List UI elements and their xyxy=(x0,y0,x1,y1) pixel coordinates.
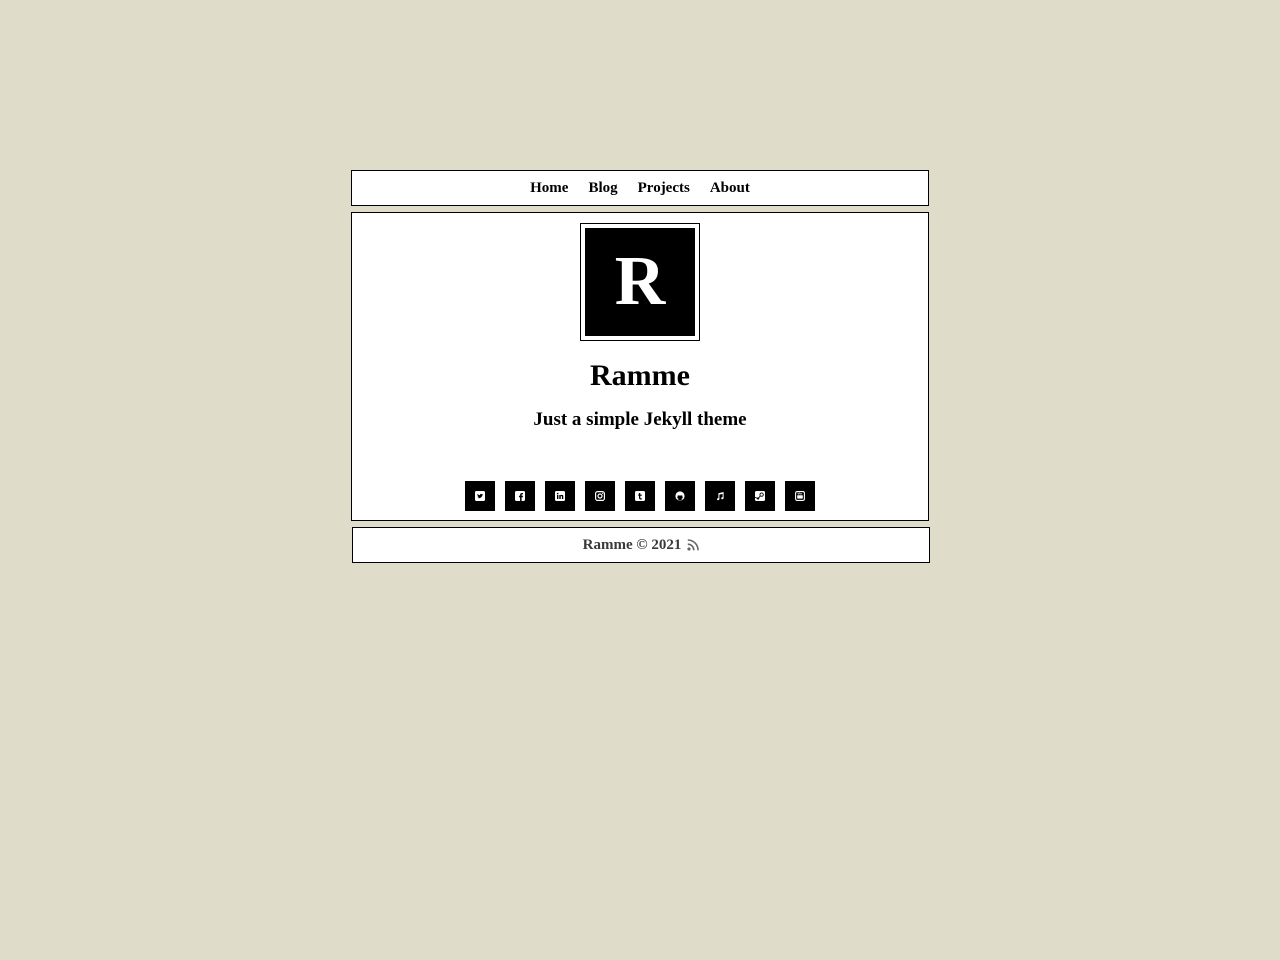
music-icon xyxy=(717,492,724,501)
social-link-twitter[interactable] xyxy=(465,481,495,511)
linkedin-icon xyxy=(555,491,565,501)
instagram-icon xyxy=(595,491,605,501)
tumblr-icon xyxy=(635,491,645,501)
site-title: Ramme xyxy=(590,359,690,392)
profile-card: R Ramme Just a simple Jekyll theme xyxy=(351,212,929,521)
social-link-github[interactable] xyxy=(665,481,695,511)
main-navigation: Home Blog Projects About xyxy=(351,170,929,206)
social-link-instagram[interactable] xyxy=(585,481,615,511)
rss-feed-link[interactable] xyxy=(687,539,700,551)
site-tagline: Just a simple Jekyll theme xyxy=(533,409,747,430)
social-link-tumblr[interactable] xyxy=(625,481,655,511)
youtube-icon xyxy=(795,491,805,501)
copyright-text: Ramme © 2021 xyxy=(582,536,682,553)
github-icon xyxy=(675,491,685,501)
social-link-facebook[interactable] xyxy=(505,481,535,511)
facebook-icon xyxy=(515,491,525,501)
nav-item-projects[interactable]: Projects xyxy=(638,180,690,197)
nav-item-home[interactable]: Home xyxy=(530,180,568,197)
rss-icon xyxy=(687,539,700,551)
site-logo[interactable]: R xyxy=(585,228,695,336)
social-link-linkedin[interactable] xyxy=(545,481,575,511)
steam-icon xyxy=(755,491,765,501)
logo-frame: R xyxy=(580,223,700,341)
site-footer: Ramme © 2021 xyxy=(352,527,930,563)
social-link-music[interactable] xyxy=(705,481,735,511)
twitter-icon xyxy=(475,491,485,501)
social-link-youtube[interactable] xyxy=(785,481,815,511)
nav-item-blog[interactable]: Blog xyxy=(588,180,617,197)
social-link-steam[interactable] xyxy=(745,481,775,511)
nav-item-about[interactable]: About xyxy=(710,180,750,197)
social-links xyxy=(352,481,928,511)
